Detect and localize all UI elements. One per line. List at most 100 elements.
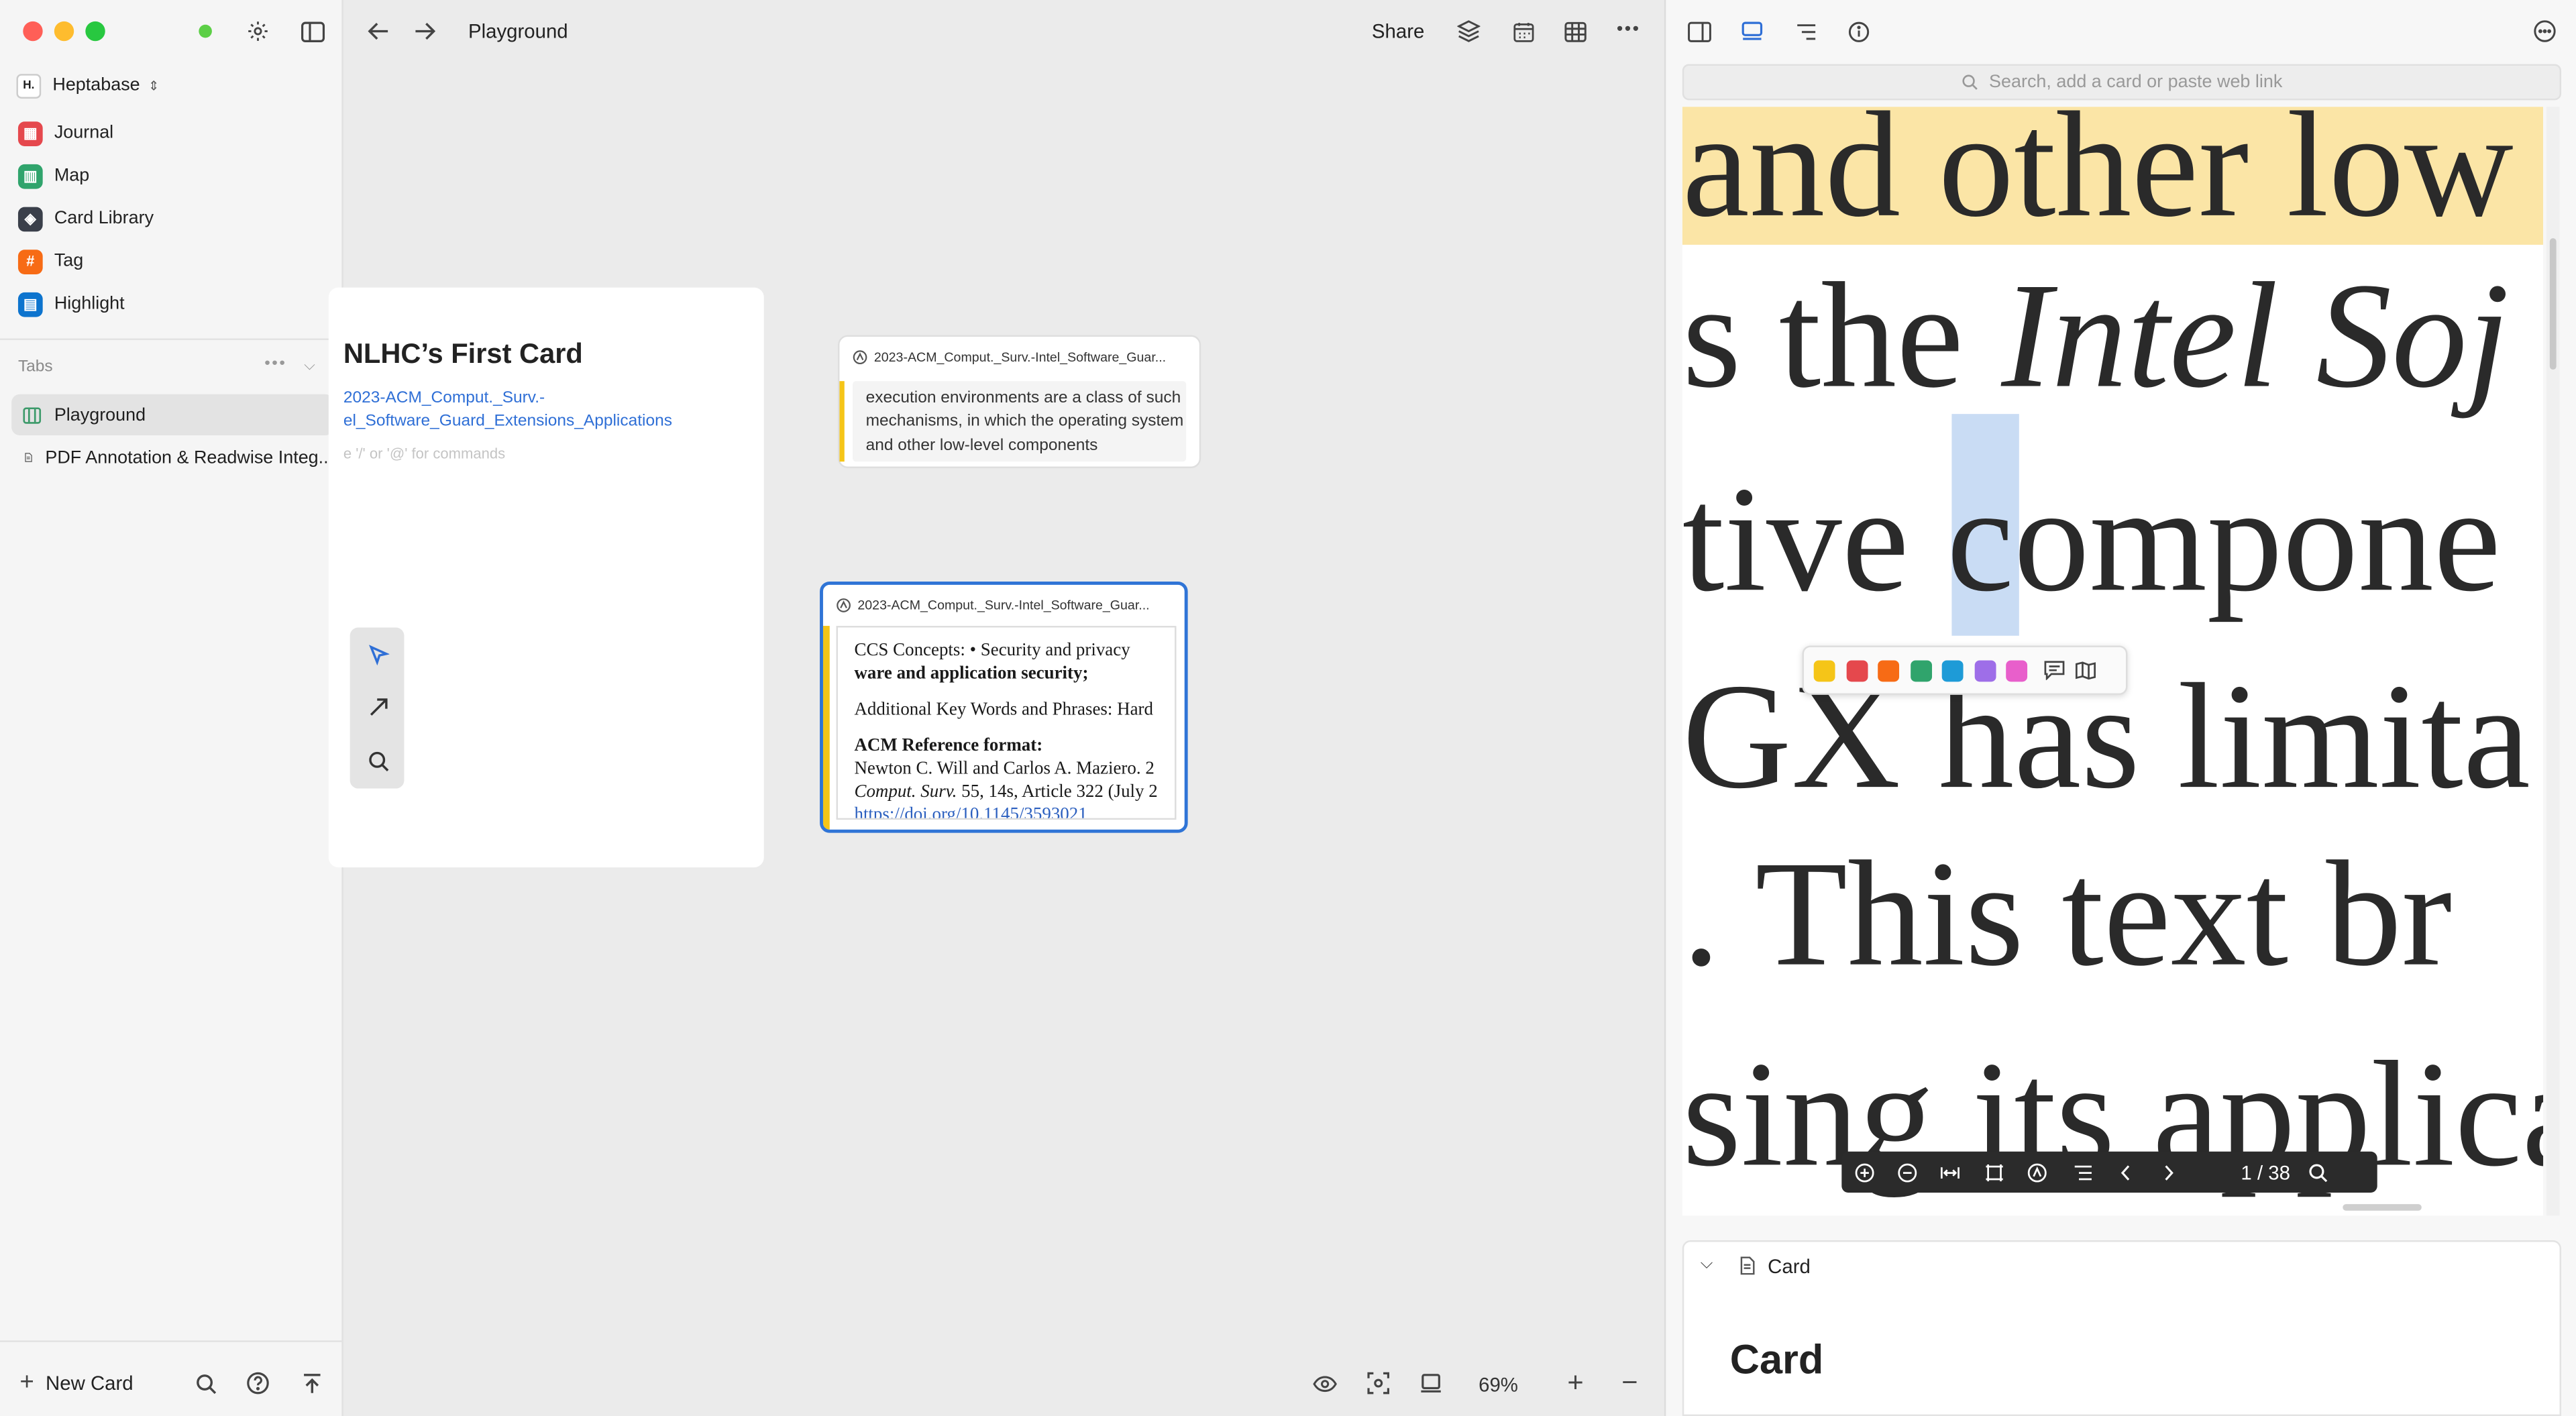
search-icon[interactable] (186, 1364, 225, 1403)
collapse-chevron-icon[interactable]: ⌵ (1701, 1255, 1713, 1273)
pdf-link-line2[interactable]: el_Software_Guard_Extensions_Application… (343, 413, 672, 431)
fit-width-icon[interactable] (1931, 1154, 1970, 1190)
calendar-icon[interactable] (1503, 11, 1543, 51)
search-icon (1962, 74, 1978, 90)
outline-icon[interactable] (1786, 11, 1825, 51)
search-input[interactable]: Search, add a card or paste web link (1682, 64, 2561, 101)
upload-icon[interactable] (292, 1364, 332, 1403)
area-select-icon[interactable] (1975, 1154, 2015, 1190)
snippet-line: Comput. Surv. (854, 781, 957, 802)
highlight-color-bar (839, 381, 845, 462)
pdf-line: s the Intel Soj (1682, 251, 2510, 419)
divider (0, 1340, 343, 1342)
zoom-out-icon[interactable]: − (1610, 1364, 1650, 1403)
share-button[interactable]: Share (1372, 19, 1424, 42)
workspace-switcher[interactable]: H. Heptabase ⇕ (16, 70, 159, 100)
layers-icon[interactable] (1449, 11, 1489, 51)
color-swatch-blue[interactable] (1941, 659, 1964, 682)
back-arrow-icon[interactable] (358, 11, 398, 51)
card-section: ⌵ Card Card (1682, 1240, 2561, 1416)
editor-placeholder[interactable]: e '/' or '@' for commands (343, 445, 505, 461)
card-view-icon[interactable] (1731, 11, 1771, 51)
search-icon[interactable] (2298, 1154, 2338, 1190)
color-swatch-purple[interactable] (1974, 659, 1996, 682)
source-label: 2023-ACM_Comput._Surv.-Intel_Software_Gu… (857, 598, 1150, 613)
plus-icon: + (19, 1368, 34, 1397)
sidebar-item-map[interactable]: ▥ Map (13, 156, 332, 196)
color-swatch-pink[interactable] (2006, 659, 2028, 682)
more-options-icon[interactable]: ••• (1617, 19, 1641, 39)
sidebar-item-card-library[interactable]: ◈ Card Library (13, 199, 332, 238)
tab-playground[interactable]: Playground (11, 394, 334, 435)
tab-label: PDF Annotation & Readwise Integ... (45, 447, 334, 468)
minimap-icon[interactable] (1411, 1364, 1451, 1403)
whiteboard-canvas[interactable]: Playground Share ••• NLHC’s First Card 2… (328, 0, 1663, 1416)
zoom-window-button[interactable] (85, 21, 105, 42)
close-window-button[interactable] (23, 21, 43, 42)
minimize-window-button[interactable] (54, 21, 74, 42)
highlight-text: execution environments are a class of su… (865, 389, 1184, 455)
hash-icon: # (17, 249, 43, 274)
highlight-icon: ▤ (17, 291, 43, 317)
next-page-icon[interactable] (2149, 1154, 2188, 1190)
zoom-in-icon[interactable]: + (1556, 1364, 1595, 1403)
search-icon[interactable] (358, 741, 398, 780)
tabs-more-icon[interactable]: ••• (264, 355, 286, 373)
sidebar-item-label: Journal (54, 123, 114, 144)
new-card-button[interactable]: + New Card (19, 1368, 133, 1397)
forward-arrow-icon[interactable] (404, 11, 443, 51)
sidebar-item-highlight[interactable]: ▤ Highlight (13, 284, 332, 324)
pdf-viewer[interactable]: and other low s the Intel Soj tive compo… (1682, 107, 2544, 1216)
document-icon (1740, 1256, 1755, 1275)
outline-icon[interactable] (2063, 1154, 2103, 1190)
eye-icon[interactable] (1305, 1364, 1344, 1403)
snippet-line: Additional Key Words and Phrases: Hard (854, 700, 1154, 720)
zoom-level[interactable]: 69% (1479, 1373, 1518, 1396)
previous-page-icon[interactable] (2106, 1154, 2146, 1190)
pdf-toolbar: 1 / 38 (1841, 1151, 2377, 1193)
right-panel: Search, add a card or paste web link and… (1664, 0, 2576, 1416)
comment-icon[interactable] (2043, 660, 2064, 680)
fit-view-icon[interactable] (1358, 1364, 1398, 1403)
sidebar-item-journal[interactable]: ▦ Journal (13, 113, 332, 153)
horizontal-scrollbar-thumb[interactable] (2343, 1204, 2422, 1211)
chevron-updown-icon: ⇕ (148, 78, 160, 93)
search-placeholder: Search, add a card or paste web link (1989, 72, 2283, 93)
sidebar-toggle-icon[interactable] (292, 11, 332, 51)
color-swatch-green[interactable] (1909, 659, 1931, 682)
card-title[interactable]: Card (1730, 1337, 1824, 1384)
zoom-in-icon[interactable] (1845, 1154, 1884, 1190)
connector-arrow-icon[interactable] (358, 687, 398, 726)
help-icon[interactable] (238, 1364, 278, 1403)
tabs-header: Tabs (17, 358, 53, 376)
source-label: 2023-ACM_Comput._Surv.-Intel_Software_Gu… (873, 349, 1167, 365)
highlight-color-picker (1802, 645, 2128, 695)
select-cursor-icon[interactable] (358, 634, 398, 673)
map-icon: ▥ (17, 163, 43, 188)
tabs-collapse-chevron-icon[interactable]: ⌵ (304, 356, 315, 374)
settings-gear-icon[interactable] (238, 11, 278, 51)
draw-pen-icon[interactable] (2017, 1154, 2057, 1190)
info-icon[interactable] (1838, 11, 1878, 51)
pdf-source-icon (837, 598, 851, 612)
table-icon[interactable] (1556, 11, 1595, 51)
page-indicator[interactable]: 1 / 38 (2241, 1160, 2290, 1183)
image-highlight-card[interactable]: 2023-ACM_Comput._Surv.-Intel_Software_Gu… (820, 581, 1188, 833)
snippet-line: 55, 14s, Article 322 (July 2 (957, 781, 1158, 802)
pdf-snippet-image: CCS Concepts: • Security and privacy war… (836, 626, 1177, 820)
color-swatch-yellow[interactable] (1813, 659, 1835, 682)
add-to-map-icon[interactable] (2075, 660, 2096, 680)
sidebar-item-label: Map (54, 166, 90, 186)
more-options-icon[interactable] (2525, 11, 2565, 51)
color-swatch-red[interactable] (1845, 659, 1868, 682)
vertical-scrollbar-thumb[interactable] (2549, 238, 2557, 370)
color-swatch-orange[interactable] (1878, 659, 1900, 682)
sidebar-item-tag[interactable]: # Tag (13, 241, 332, 281)
split-view-icon[interactable] (1679, 11, 1719, 51)
pdf-link-line1[interactable]: 2023-ACM_Comput._Surv.- (343, 389, 545, 407)
sidebar-item-label: Highlight (54, 294, 125, 314)
new-card-label: New Card (45, 1370, 133, 1394)
highlight-card[interactable]: 2023-ACM_Comput._Surv.-Intel_Software_Gu… (837, 335, 1201, 468)
zoom-out-icon[interactable] (1888, 1154, 1927, 1190)
tab-pdf-annotation[interactable]: PDF Annotation & Readwise Integ... (11, 437, 333, 478)
